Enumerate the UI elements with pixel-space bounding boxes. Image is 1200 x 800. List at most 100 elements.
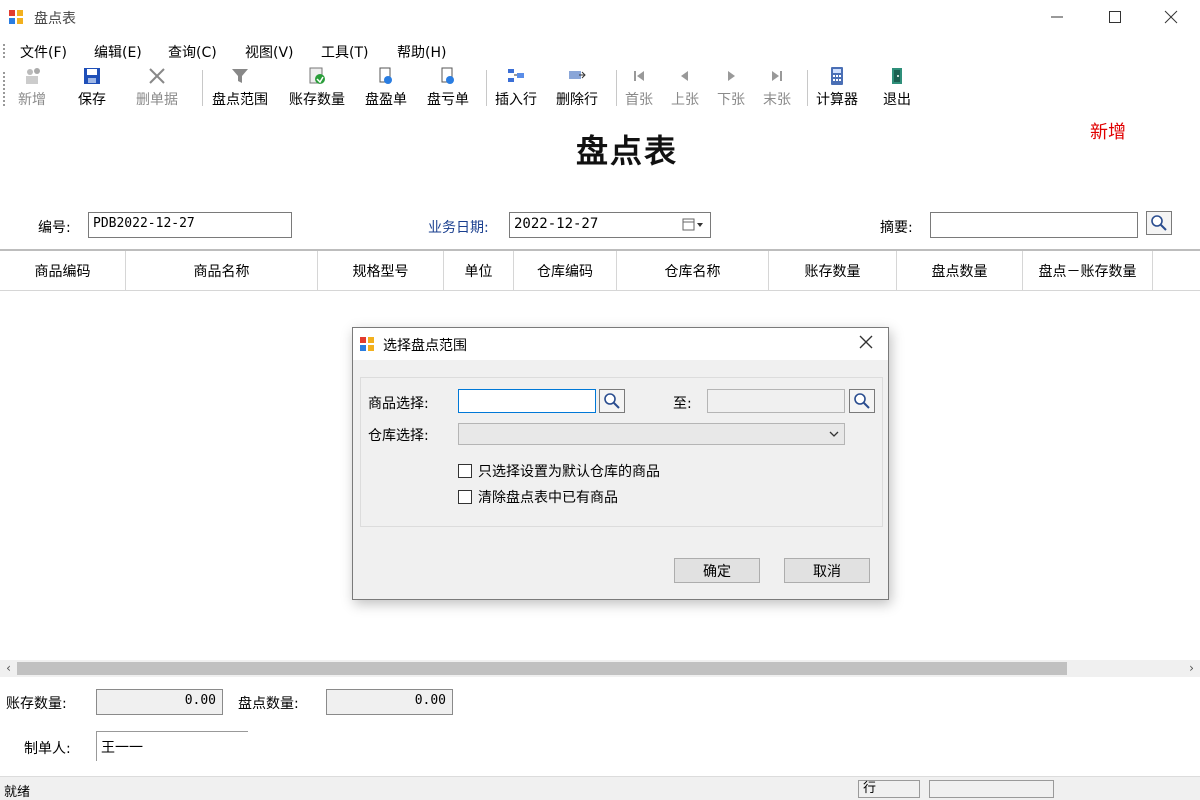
calendar-dropdown-icon[interactable]: [682, 218, 704, 232]
goods-to-search-button[interactable]: [849, 389, 875, 413]
column-header[interactable]: 单位: [444, 251, 514, 291]
calculator-icon: [831, 67, 843, 85]
column-header[interactable]: 商品名称: [126, 251, 318, 291]
count-range-button[interactable]: 盘点范围: [212, 66, 268, 110]
menu-bar: 文件(F) 编辑(E) 查询(C) 视图(V) 工具(T) 帮助(H): [0, 38, 1200, 64]
goods-to-input[interactable]: [707, 389, 845, 413]
select-count-range-dialog: 选择盘点范围 商品选择: 至: 仓库选择: 只选择设置为默认仓库的商品 清除盘点…: [352, 327, 889, 600]
column-header[interactable]: 盘点数量: [897, 251, 1023, 291]
surplus-icon: [379, 67, 392, 84]
surplus-button[interactable]: 盘盈单: [365, 66, 407, 110]
clear-existing-goods-label: 清除盘点表中已有商品: [478, 490, 618, 506]
status-text: 就绪: [4, 785, 31, 800]
status-panel: [929, 780, 1054, 798]
calculator-button[interactable]: 计算器: [816, 66, 858, 110]
app-icon: [9, 10, 23, 24]
column-header[interactable]: 仓库名称: [617, 251, 769, 291]
horizontal-scrollbar[interactable]: ‹ ›: [0, 660, 1200, 677]
menu-query[interactable]: 查询(C): [168, 42, 217, 62]
to-label: 至:: [673, 396, 692, 412]
book-quantity-label: 账存数量: [289, 92, 345, 108]
delete-document-label: 删单据: [136, 92, 178, 108]
toolbar-grip: [3, 72, 6, 106]
column-header[interactable]: 账存数量: [769, 251, 897, 291]
warehouse-select-label: 仓库选择:: [368, 428, 429, 444]
exit-door-icon: [892, 68, 902, 84]
minimize-button[interactable]: [1028, 0, 1086, 34]
form-title: 盘点表: [576, 132, 679, 170]
scroll-left-icon[interactable]: ‹: [0, 660, 17, 677]
clear-existing-goods-checkbox[interactable]: 清除盘点表中已有商品: [458, 487, 618, 507]
column-header[interactable]: 仓库编码: [514, 251, 617, 291]
search-icon: [1151, 215, 1167, 231]
menu-help[interactable]: 帮助(H): [397, 42, 446, 62]
last-record-label: 末张: [763, 92, 791, 108]
default-warehouse-only-label: 只选择设置为默认仓库的商品: [478, 464, 660, 480]
maximize-icon: [1109, 11, 1121, 23]
book-quantity-icon: [309, 67, 325, 84]
next-icon: [728, 71, 735, 81]
minimize-icon: [1051, 16, 1063, 18]
cancel-button[interactable]: 取消: [784, 558, 870, 583]
status-bar: 就绪 行: [0, 776, 1200, 800]
toolbar-separator: [202, 70, 203, 106]
number-field[interactable]: PDB2022-12-27: [88, 212, 292, 238]
first-record-label: 首张: [625, 92, 653, 108]
date-picker[interactable]: 2022-12-27: [509, 212, 711, 238]
toolbar-separator: [807, 70, 808, 106]
previous-record-label: 上张: [671, 92, 699, 108]
checkbox-box[interactable]: [458, 464, 472, 478]
delete-row-icon: [569, 71, 586, 79]
exit-button[interactable]: 退出: [883, 66, 911, 110]
menu-view[interactable]: 视图(V): [245, 42, 294, 62]
scroll-right-icon[interactable]: ›: [1183, 660, 1200, 677]
menu-tools[interactable]: 工具(T): [321, 42, 368, 62]
next-record-button[interactable]: 下张: [717, 66, 745, 110]
last-record-button[interactable]: 末张: [763, 66, 791, 110]
loss-button[interactable]: 盘亏单: [427, 66, 469, 110]
maximize-button[interactable]: [1086, 0, 1144, 34]
summary-field[interactable]: [930, 212, 1138, 238]
goods-from-input[interactable]: [458, 389, 596, 413]
menu-file[interactable]: 文件(F): [20, 42, 67, 62]
previous-record-button[interactable]: 上张: [671, 66, 699, 110]
count-quantity-total: 0.00: [326, 689, 453, 715]
scroll-thumb[interactable]: [17, 662, 1067, 675]
dialog-close-button[interactable]: [854, 332, 878, 356]
save-button[interactable]: 保存: [78, 66, 106, 110]
delete-row-button[interactable]: 删除行: [556, 66, 598, 110]
default-warehouse-only-checkbox[interactable]: 只选择设置为默认仓库的商品: [458, 461, 660, 481]
insert-row-button[interactable]: 插入行: [495, 66, 537, 110]
new-icon: [26, 68, 40, 84]
column-header[interactable]: 商品编码: [0, 251, 126, 291]
chevron-down-icon: [829, 431, 839, 437]
toolbar: 新增 保存 删单据 盘点范围 账存数量 盘盈单 盘亏单 插入行 删除行 首张 上…: [0, 64, 1200, 112]
menu-edit[interactable]: 编辑(E): [94, 42, 142, 62]
loss-icon: [441, 67, 454, 84]
book-quantity-button[interactable]: 账存数量: [289, 66, 345, 110]
first-record-button[interactable]: 首张: [625, 66, 653, 110]
search-icon: [854, 393, 870, 409]
warehouse-dropdown[interactable]: [458, 423, 845, 445]
row-indicator: 行: [858, 780, 920, 798]
delete-document-button[interactable]: 删单据: [136, 66, 178, 110]
window-titlebar: 盘点表: [0, 0, 1200, 34]
close-button[interactable]: [1142, 0, 1200, 34]
surplus-label: 盘盈单: [365, 92, 407, 108]
window-title: 盘点表: [34, 11, 76, 27]
book-quantity-total: 0.00: [96, 689, 223, 715]
ok-button[interactable]: 确定: [674, 558, 760, 583]
number-label: 编号:: [38, 220, 71, 236]
column-header[interactable]: 规格型号: [318, 251, 444, 291]
goods-from-search-button[interactable]: [599, 389, 625, 413]
date-value: 2022-12-27: [514, 216, 599, 232]
dialog-titlebar: 选择盘点范围: [353, 328, 888, 360]
new-button[interactable]: 新增: [18, 66, 46, 110]
column-header[interactable]: 盘点－账存数量: [1023, 251, 1153, 291]
delete-row-label: 删除行: [556, 92, 598, 108]
filter-icon: [232, 69, 248, 83]
count-range-label: 盘点范围: [212, 92, 268, 108]
creator-field[interactable]: 王一一: [96, 731, 248, 761]
checkbox-box[interactable]: [458, 490, 472, 504]
summary-search-button[interactable]: [1146, 211, 1172, 235]
